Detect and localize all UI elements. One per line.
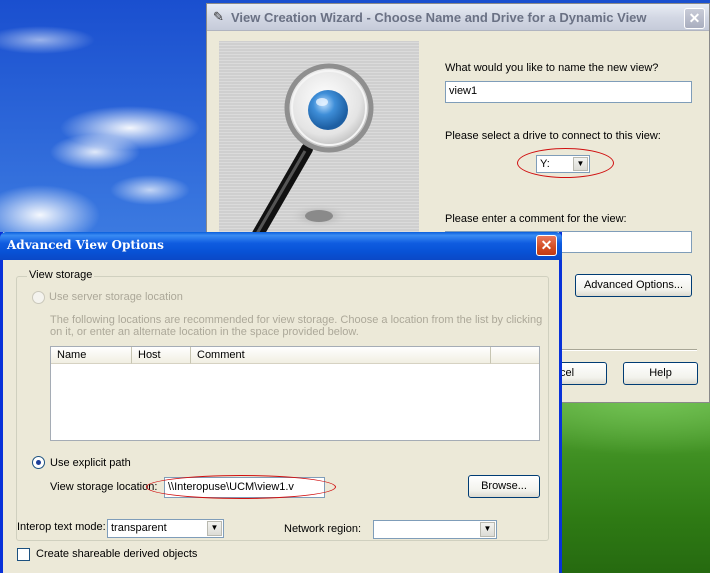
interop-text-mode-label: Interop text mode: bbox=[17, 521, 106, 533]
chevron-down-icon[interactable]: ▼ bbox=[573, 157, 588, 171]
browse-button[interactable]: Browse... bbox=[468, 475, 540, 498]
storage-location-label: View storage location: bbox=[50, 481, 158, 493]
explicit-path-radio[interactable] bbox=[32, 456, 45, 469]
server-storage-radio[interactable] bbox=[32, 291, 45, 304]
desktop-grass-hill bbox=[560, 395, 710, 573]
wizard-separator bbox=[557, 349, 697, 351]
column-header-comment[interactable]: Comment bbox=[191, 347, 491, 364]
network-region-select[interactable]: ▼ bbox=[373, 520, 497, 539]
column-header-host[interactable]: Host bbox=[132, 347, 191, 364]
chevron-down-icon[interactable]: ▼ bbox=[207, 521, 222, 536]
magnifying-glass-icon bbox=[248, 63, 374, 241]
view-name-input[interactable]: view1 bbox=[445, 81, 692, 103]
shareable-derived-objects-checkbox[interactable] bbox=[17, 548, 30, 561]
wizard-close-button[interactable]: ✕ bbox=[684, 8, 705, 29]
advanced-options-button[interactable]: Advanced Options... bbox=[575, 274, 692, 297]
drive-prompt: Please select a drive to connect to this… bbox=[445, 130, 661, 142]
explicit-path-label: Use explicit path bbox=[50, 457, 131, 469]
server-storage-desc-line2: on it, or enter an alternate location in… bbox=[50, 326, 359, 338]
interop-text-mode-select[interactable]: transparent ▼ bbox=[107, 519, 224, 538]
column-header-filler bbox=[491, 347, 539, 364]
advanced-view-options-dialog: Advanced View Options ✕ View storage Use… bbox=[0, 232, 562, 573]
drive-select[interactable]: Y: ▼ bbox=[536, 155, 590, 173]
view-name-prompt: What would you like to name the new view… bbox=[445, 62, 659, 74]
wizard-titlebar[interactable]: ✎ View Creation Wizard - Choose Name and… bbox=[207, 4, 709, 31]
advanced-close-button[interactable]: ✕ bbox=[536, 235, 557, 256]
advanced-titlebar[interactable]: Advanced View Options ✕ bbox=[0, 232, 562, 260]
magnifier-illustration bbox=[219, 41, 419, 241]
drive-select-value: Y: bbox=[540, 158, 550, 170]
server-storage-desc-line1: The following locations are recommended … bbox=[50, 314, 543, 326]
storage-locations-list[interactable]: Name Host Comment bbox=[50, 346, 540, 441]
wizard-title: View Creation Wizard - Choose Name and D… bbox=[231, 10, 647, 25]
comment-prompt: Please enter a comment for the view: bbox=[445, 213, 627, 225]
pen-icon: ✎ bbox=[213, 9, 224, 24]
radio-selected-dot bbox=[36, 460, 41, 465]
advanced-title: Advanced View Options bbox=[7, 238, 164, 252]
column-header-name[interactable]: Name bbox=[51, 347, 132, 364]
shareable-derived-objects-label: Create shareable derived objects bbox=[36, 548, 198, 560]
storage-location-input[interactable]: \\Interopuse\UCM\view1.v bbox=[164, 477, 325, 498]
chevron-down-icon[interactable]: ▼ bbox=[480, 522, 495, 537]
server-storage-label: Use server storage location bbox=[49, 291, 183, 303]
view-storage-caption: View storage bbox=[27, 269, 95, 281]
help-button[interactable]: Help bbox=[623, 362, 698, 385]
network-region-label: Network region: bbox=[284, 523, 362, 535]
interop-text-mode-value: transparent bbox=[111, 522, 167, 534]
